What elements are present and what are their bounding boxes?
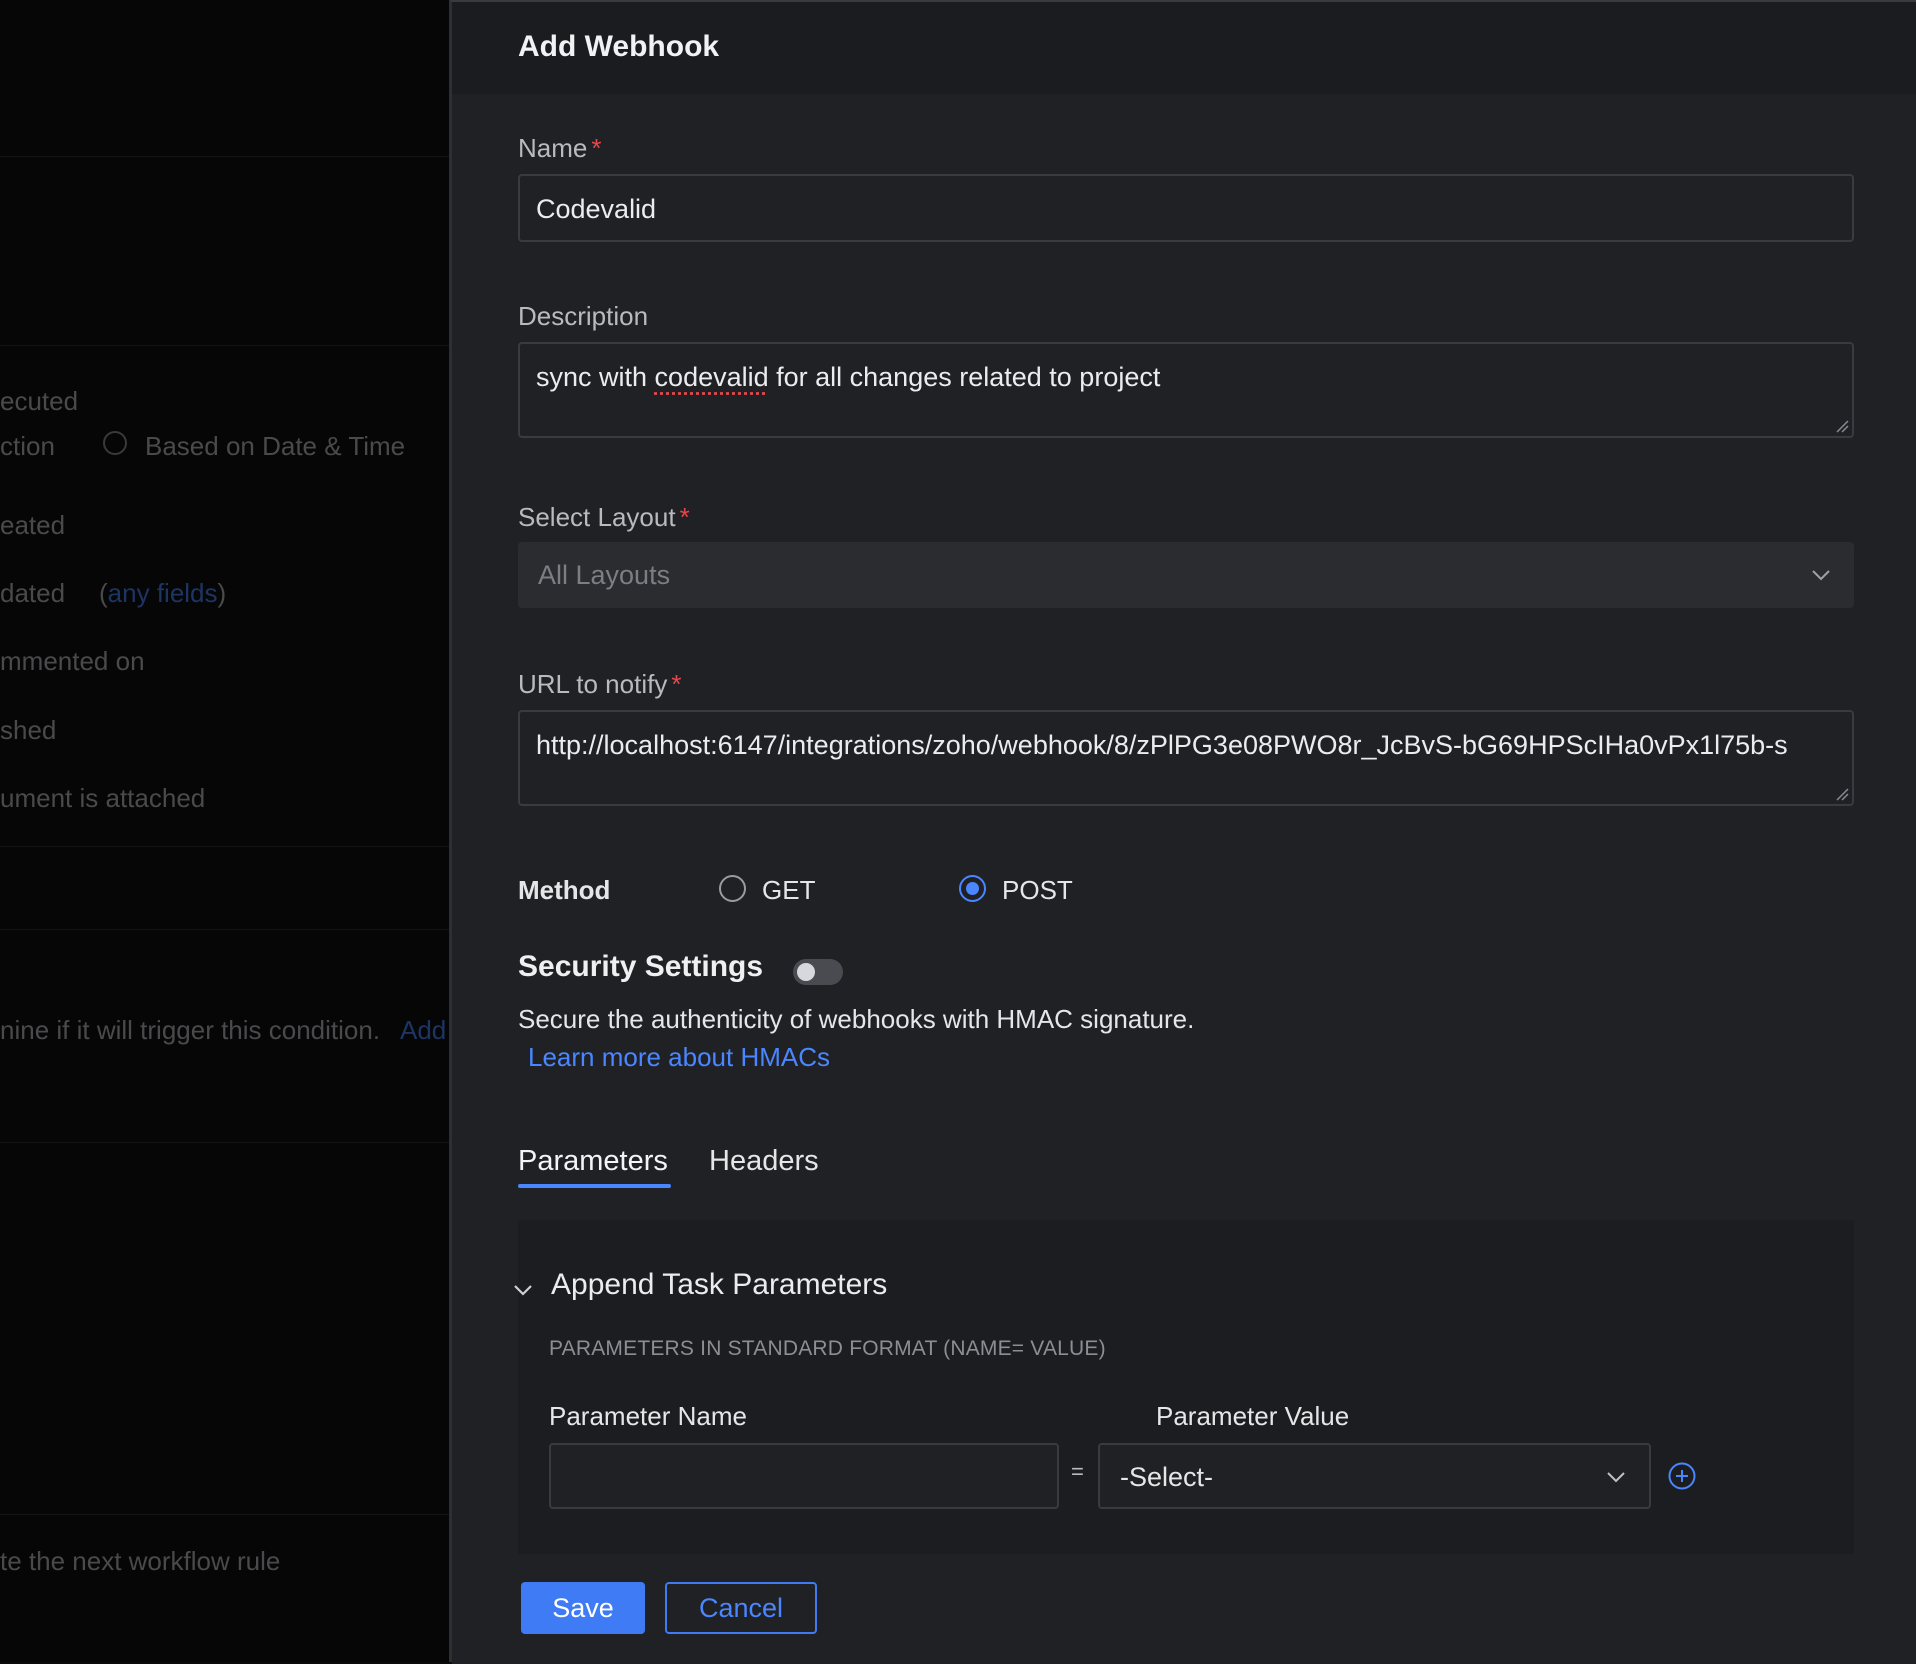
background-page: ecuted ction Based on Date & Time eated … — [0, 0, 450, 1662]
bg-text: mmented on — [0, 646, 145, 676]
cancel-button[interactable]: Cancel — [665, 1582, 817, 1634]
divider — [0, 156, 450, 157]
chevron-down-icon[interactable] — [511, 1278, 535, 1302]
bg-text: (any fields) — [99, 578, 227, 608]
method-get-radio[interactable] — [719, 875, 746, 902]
append-task-parameters-title[interactable]: Append Task Parameters — [551, 1268, 887, 1302]
layout-select[interactable]: All Layouts — [518, 542, 1854, 608]
tab-parameters[interactable]: Parameters — [518, 1145, 668, 1178]
bg-text: shed — [0, 715, 57, 745]
required-marker: * — [671, 669, 682, 699]
bg-text: ecuted — [0, 386, 79, 416]
security-settings-title: Security Settings — [518, 950, 764, 983]
divider — [0, 929, 450, 930]
security-toggle[interactable] — [793, 959, 843, 985]
url-label: URL to notify * — [518, 669, 681, 700]
misspelled-word: codevalid — [654, 362, 769, 392]
description-textarea[interactable]: sync with codevalid for all changes rela… — [518, 342, 1854, 438]
parameter-value-select[interactable]: -Select- — [1098, 1443, 1651, 1509]
chevron-down-icon — [1607, 1472, 1625, 1483]
bg-text: Based on Date & Time — [145, 431, 406, 461]
description-text: for all changes related to project — [768, 362, 1161, 392]
layout-select-value: All Layouts — [538, 560, 671, 590]
bg-text: dated — [0, 578, 66, 608]
parameter-value-placeholder: -Select- — [1120, 1462, 1214, 1492]
bg-link: any fields — [107, 578, 218, 608]
required-marker: * — [679, 502, 690, 532]
security-description: Secure the authenticity of webhooks with… — [518, 1004, 1195, 1034]
method-post-radio[interactable] — [959, 875, 986, 902]
bg-text: nine if it will trigger this condition. — [0, 1015, 381, 1045]
bg-text: ction — [0, 431, 55, 461]
add-circle-icon[interactable] — [1667, 1461, 1697, 1491]
bg-link: Add — [400, 1015, 447, 1045]
name-label: Name * — [518, 133, 601, 164]
parameter-name-label: Parameter Name — [549, 1401, 747, 1431]
description-label: Description — [518, 301, 649, 331]
learn-more-hmac-link[interactable]: Learn more about HMACs — [528, 1042, 830, 1073]
name-input[interactable]: Codevalid — [518, 174, 1854, 242]
method-label: Method — [518, 875, 611, 905]
url-label-text: URL to notify — [518, 669, 668, 699]
add-webhook-modal: Add Webhook Name * Codevalid Description … — [449, 0, 1916, 1664]
format-note: PARAMETERS IN STANDARD FORMAT (NAME= VAL… — [549, 1337, 1106, 1360]
description-text: sync with — [536, 362, 655, 392]
url-textarea[interactable]: http://localhost:6147/integrations/zoho/… — [518, 710, 1854, 806]
name-input-value: Codevalid — [536, 194, 657, 224]
divider — [0, 846, 450, 847]
divider — [0, 1142, 450, 1143]
parameter-value-label: Parameter Value — [1156, 1401, 1350, 1431]
parameter-name-input[interactable] — [549, 1443, 1059, 1509]
divider — [0, 345, 450, 346]
equals-sign: = — [1071, 1459, 1084, 1484]
layout-label-text: Select Layout — [518, 502, 676, 532]
bg-text: eated — [0, 510, 66, 540]
resize-grip-icon[interactable] — [1835, 419, 1849, 433]
required-marker: * — [591, 133, 602, 163]
chevron-down-icon — [1812, 570, 1830, 581]
active-tab-indicator — [518, 1184, 671, 1188]
modal-title: Add Webhook — [518, 30, 720, 63]
tab-headers[interactable]: Headers — [709, 1145, 819, 1178]
layout-label: Select Layout * — [518, 502, 690, 533]
modal-header: Add Webhook — [452, 2, 1916, 94]
name-label-text: Name — [518, 133, 588, 163]
bg-radio — [103, 431, 127, 455]
divider — [0, 1514, 450, 1515]
url-value: http://localhost:6147/integrations/zoho/… — [536, 730, 1788, 760]
bg-text: te the next workflow rule — [0, 1546, 281, 1576]
save-button[interactable]: Save — [521, 1582, 645, 1634]
method-get-label[interactable]: GET — [762, 875, 815, 906]
resize-grip-icon[interactable] — [1835, 787, 1849, 801]
bg-text: ument is attached — [0, 783, 206, 813]
method-post-label[interactable]: POST — [1002, 875, 1073, 906]
